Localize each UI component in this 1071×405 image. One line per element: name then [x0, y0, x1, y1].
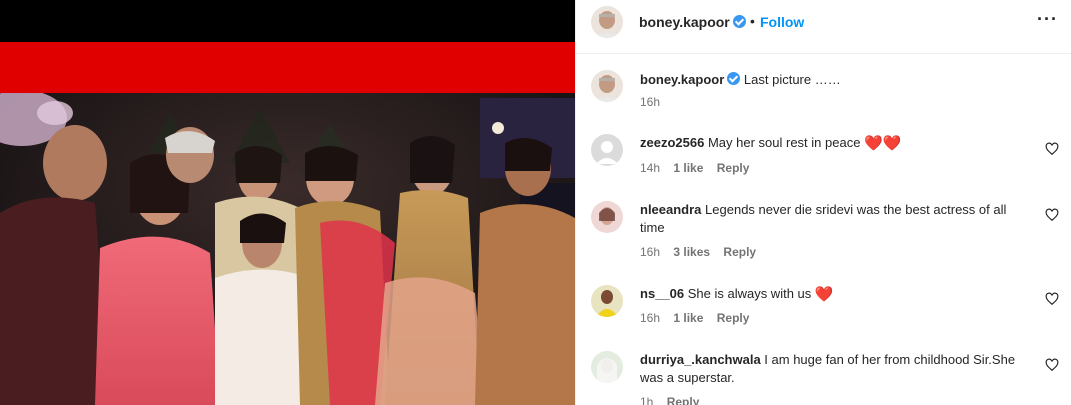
- comment-body: She is always with us: [687, 286, 812, 301]
- comment-avatar[interactable]: [591, 134, 623, 166]
- like-heart-icon[interactable]: [1045, 208, 1059, 222]
- comment-time[interactable]: 14h: [640, 161, 660, 175]
- comment-meta: 14h 1 like Reply: [640, 161, 759, 175]
- comment-avatar[interactable]: [591, 285, 623, 317]
- comment-text: zeezo2566 May her soul rest in peace ❤️❤…: [640, 134, 1033, 152]
- comment-likes[interactable]: 1 like: [673, 161, 703, 175]
- caption-username[interactable]: boney.kapoor: [640, 72, 724, 87]
- red-heart-emoji: ❤️❤️: [864, 135, 902, 152]
- caption-time[interactable]: 16h: [640, 95, 660, 109]
- comment-username[interactable]: zeezo2566: [640, 135, 704, 150]
- reply-button[interactable]: Reply: [717, 161, 750, 175]
- comment-likes[interactable]: 3 likes: [673, 245, 710, 259]
- caption-text: boney.kapoor Last picture ……: [640, 71, 1033, 89]
- group-photo: [0, 93, 575, 405]
- comment-time[interactable]: 16h: [640, 311, 660, 325]
- comment-text: nleeandra Legends never die sridevi was …: [640, 201, 1033, 237]
- comment-username[interactable]: durriya_.kanchwala: [640, 352, 761, 367]
- more-options-icon[interactable]: ···: [1037, 9, 1058, 30]
- follow-button[interactable]: Follow: [760, 14, 804, 30]
- media-top-black-band: [0, 0, 575, 42]
- comment-body: May her soul rest in peace: [707, 135, 861, 150]
- author-avatar[interactable]: [591, 6, 623, 38]
- comment-time[interactable]: 16h: [640, 245, 660, 259]
- comment-meta: 1h Reply: [640, 395, 709, 405]
- comment-username[interactable]: nleeandra: [640, 202, 701, 217]
- like-heart-icon[interactable]: [1045, 292, 1059, 306]
- reply-button[interactable]: Reply: [667, 395, 700, 405]
- author-username[interactable]: boney.kapoor: [639, 14, 746, 30]
- post-side-panel: boney.kapoor • Follow ··· boney.kapoor L…: [575, 0, 1071, 405]
- author-username-text[interactable]: boney.kapoor: [639, 14, 730, 30]
- header-separator: •: [750, 13, 755, 29]
- post-media[interactable]: [0, 0, 575, 405]
- post-header: boney.kapoor • Follow ···: [576, 0, 1071, 54]
- caption-body: Last picture ……: [743, 72, 841, 87]
- comment-time[interactable]: 1h: [640, 395, 653, 405]
- comment-avatar[interactable]: [591, 351, 623, 383]
- comment-username[interactable]: ns__06: [640, 286, 684, 301]
- comment-avatar[interactable]: [591, 201, 623, 233]
- reply-button[interactable]: Reply: [723, 245, 756, 259]
- like-heart-icon[interactable]: [1045, 142, 1059, 156]
- verified-badge-icon: [732, 15, 746, 28]
- comment-text: durriya_.kanchwala I am huge fan of her …: [640, 351, 1033, 387]
- comment-likes[interactable]: 1 like: [673, 311, 703, 325]
- media-red-band: [0, 42, 575, 93]
- comment-meta: 16h 3 likes Reply: [640, 245, 766, 259]
- reply-button[interactable]: Reply: [717, 311, 750, 325]
- verified-badge-icon: [727, 72, 741, 85]
- comment-meta: 16h 1 like Reply: [640, 311, 759, 325]
- red-heart-emoji: ❤️: [814, 286, 834, 303]
- caption-avatar[interactable]: [591, 70, 623, 102]
- caption-meta: 16h: [640, 95, 670, 109]
- comment-text: ns__06 She is always with us ❤️: [640, 285, 1033, 303]
- like-heart-icon[interactable]: [1045, 358, 1059, 372]
